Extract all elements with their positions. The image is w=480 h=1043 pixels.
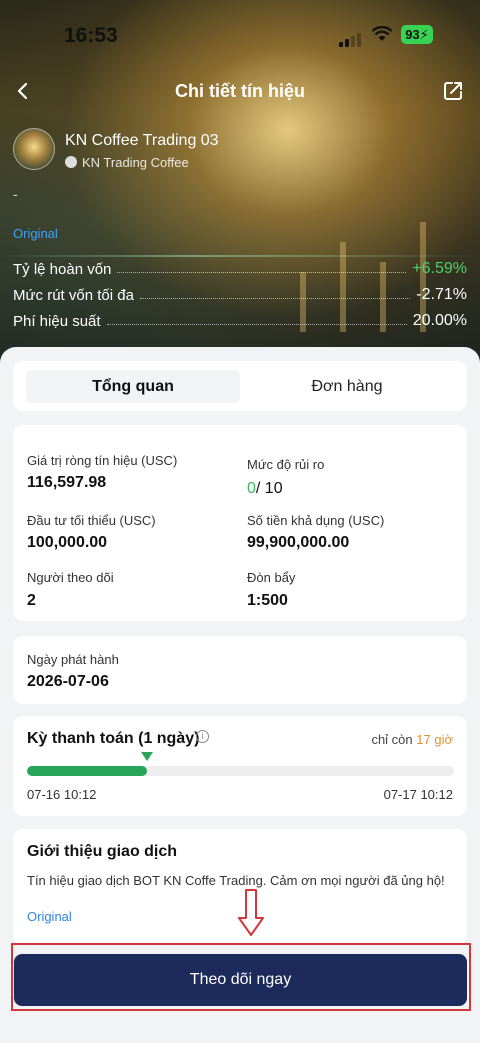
payment-period-card: Kỳ thanh toán (1 ngày) i chỉ còn 17 giờ … <box>13 716 467 816</box>
issue-date-label: Ngày phát hành <box>27 652 119 667</box>
user-icon <box>65 156 77 168</box>
page-title: Chi tiết tín hiệu <box>175 81 305 101</box>
remaining-time: chỉ còn 17 giờ <box>371 732 453 747</box>
overview-card: Giá trị ròng tín hiệu (USC) 116,597.98 M… <box>13 425 467 621</box>
provider-owner: KN Trading Coffee <box>65 155 189 170</box>
available-value: 99,900,000.00 <box>247 534 350 551</box>
chart-glow-decoration <box>0 255 480 257</box>
info-icon[interactable]: i <box>196 730 209 743</box>
tab-orders[interactable]: Đơn hàng <box>240 370 454 403</box>
provider-avatar <box>13 128 55 170</box>
net-value-label: Giá trị ròng tín hiệu (USC) <box>27 453 178 468</box>
risk-label: Mức độ rủi ro <box>247 457 325 472</box>
period-end: 07-17 10:12 <box>383 787 453 802</box>
leverage-label: Đòn bẩy <box>247 570 296 585</box>
period-start: 07-16 10:12 <box>27 787 97 802</box>
tab-overview[interactable]: Tổng quan <box>26 370 240 403</box>
followers-value: 2 <box>27 592 36 609</box>
provider-name: KN Coffee Trading 03 <box>65 132 219 149</box>
payment-period-title: Kỳ thanh toán (1 ngày) <box>27 730 200 747</box>
intro-title: Giới thiệu giao dịch <box>27 843 178 860</box>
risk-value: 0/ 10 <box>247 480 283 497</box>
tab-bar: Tổng quan Đơn hàng <box>13 361 467 411</box>
intro-original-link[interactable]: Original <box>27 909 72 924</box>
followers-label: Người theo dõi <box>27 570 114 585</box>
stat-return-rate: Tỷ lệ hoàn vốn +6.59% <box>13 260 467 278</box>
issue-date-card: Ngày phát hành 2026-07-06 <box>13 636 467 704</box>
status-time: 16:53 <box>64 24 118 47</box>
nav-bar: Chi tiết tín hiệu <box>0 70 480 114</box>
cellular-signal-icon <box>339 29 363 47</box>
leverage-value: 1:500 <box>247 592 288 609</box>
available-label: Số tiền khả dụng (USC) <box>247 513 385 528</box>
share-icon[interactable] <box>442 80 464 102</box>
min-invest-value: 100,000.00 <box>27 534 108 551</box>
net-value: 116,597.98 <box>27 474 107 491</box>
payment-progress-bar <box>27 752 454 776</box>
stat-performance-fee: Phí hiệu suất 20.00% <box>13 312 467 330</box>
progress-fill <box>27 766 147 776</box>
wifi-icon <box>371 26 393 41</box>
status-bar: 16:53 93⚡ <box>0 0 480 70</box>
original-link[interactable]: Original <box>13 226 58 241</box>
min-invest-label: Đầu tư tối thiểu (USC) <box>27 513 156 528</box>
battery-indicator: 93⚡ <box>401 25 433 44</box>
follow-now-button[interactable]: Theo dõi ngay <box>14 954 467 1006</box>
stat-max-drawdown: Mức rút vốn tối đa -2.71% <box>13 286 467 304</box>
issue-date-value: 2026-07-06 <box>27 673 109 690</box>
down-arrow-annotation-icon <box>238 889 264 936</box>
provider-description: - <box>13 186 18 202</box>
progress-marker-icon <box>140 752 153 761</box>
